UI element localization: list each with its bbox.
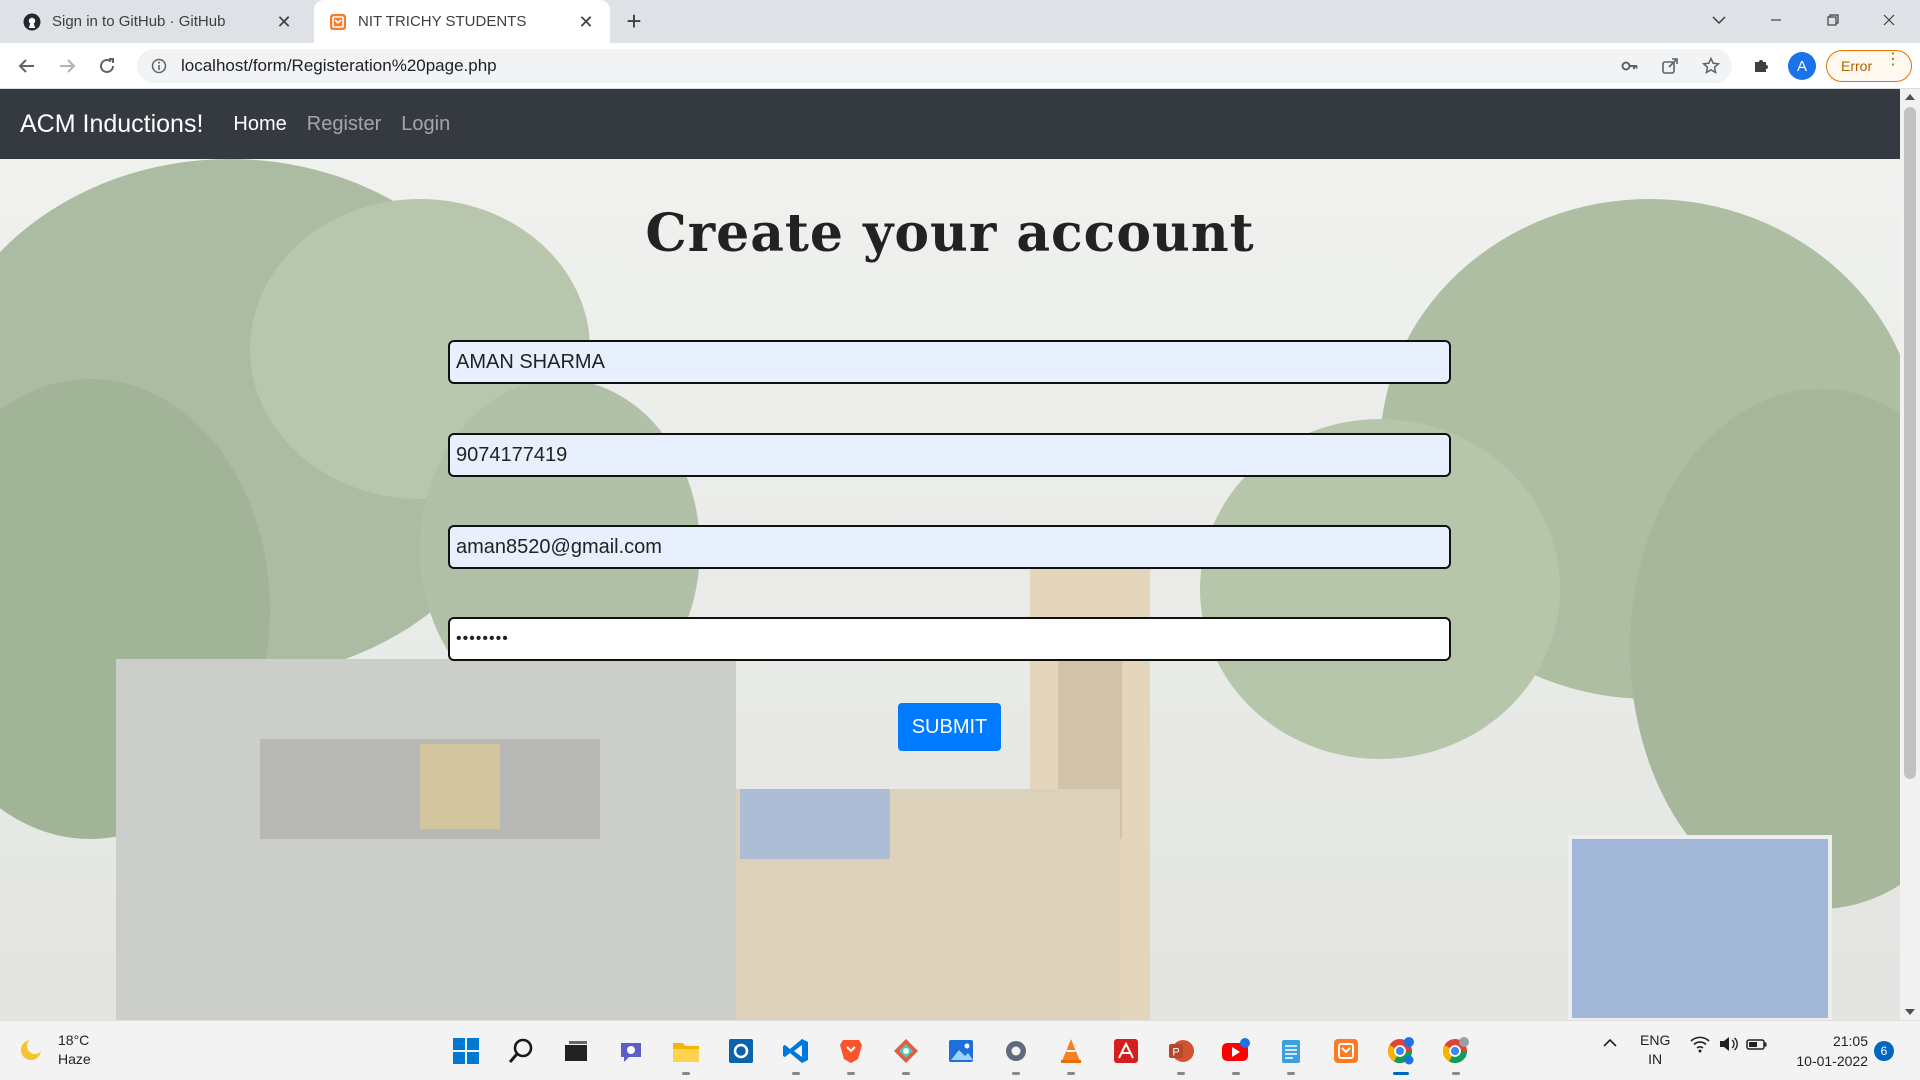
weather-widget[interactable]: 18°C Haze: [18, 1031, 91, 1069]
extensions-puzzle-icon[interactable]: [1745, 50, 1777, 82]
weather-desc: Haze: [58, 1051, 91, 1067]
submit-button[interactable]: SUBMIT: [898, 703, 1001, 751]
running-indicator: [1287, 1072, 1295, 1075]
page-title: Create your account: [645, 203, 1255, 264]
windows-start-icon[interactable]: [446, 1031, 486, 1071]
show-hidden-icons-chevron-icon[interactable]: [1602, 1035, 1618, 1054]
vlc-icon[interactable]: [1051, 1031, 1091, 1075]
photos-icon[interactable]: [941, 1031, 981, 1071]
error-label: Error: [1841, 58, 1873, 74]
powerpoint-icon[interactable]: P: [1161, 1031, 1201, 1075]
clock-date: 10-01-2022: [1796, 1053, 1868, 1069]
running-indicator: [1067, 1072, 1075, 1075]
browser-tab-github[interactable]: Sign in to GitHub · GitHub ✕: [8, 0, 308, 43]
clock-time: 21:05: [1832, 1033, 1868, 1049]
page-scrollbar[interactable]: [1900, 89, 1920, 1020]
notepad-icon[interactable]: [1271, 1031, 1311, 1075]
browser-tab-nit-trichy[interactable]: NIT TRICHY STUDENTS ✕: [314, 0, 610, 43]
page-viewport: ACM Inductions! Home Register Login Crea…: [0, 89, 1900, 1020]
outlook-icon[interactable]: [721, 1031, 761, 1071]
running-indicator: [1452, 1072, 1460, 1075]
gitkraken-icon[interactable]: [886, 1031, 926, 1075]
close-tab-icon[interactable]: ✕: [274, 12, 294, 32]
wifi-icon[interactable]: [1690, 1035, 1710, 1056]
chrome-profile-icon[interactable]: [1436, 1031, 1476, 1075]
windows-taskbar: 18°C Haze P ENG IN 21:05 10-01-2022 6: [0, 1020, 1920, 1080]
tab-search-chevron-icon[interactable]: [1692, 0, 1746, 40]
running-indicator: [682, 1072, 690, 1075]
moon-haze-icon: [21, 1038, 43, 1060]
running-indicator: [847, 1072, 855, 1075]
scrollbar-thumb[interactable]: [1904, 107, 1916, 779]
running-indicator: [902, 1072, 910, 1075]
address-bar[interactable]: localhost/form/Registeration%20page.php: [137, 49, 1732, 83]
battery-icon[interactable]: [1746, 1035, 1768, 1056]
browser-tab-strip: Sign in to GitHub · GitHub ✕ NIT TRICHY …: [0, 0, 1920, 43]
email-input[interactable]: aman8520@gmail.com: [448, 525, 1451, 569]
scroll-up-icon[interactable]: [1905, 94, 1915, 100]
registration-form: Create your account AMAN SHARMA 90741774…: [0, 89, 1900, 1020]
close-window-icon[interactable]: [1862, 0, 1916, 40]
notification-badge[interactable]: 6: [1874, 1041, 1894, 1061]
url-text: localhost/form/Registeration%20page.php: [181, 56, 497, 75]
key-icon[interactable]: [1615, 49, 1645, 83]
running-indicator: [792, 1072, 800, 1075]
language-region: IN: [1648, 1051, 1663, 1067]
volume-icon[interactable]: [1718, 1035, 1738, 1056]
site-info-icon[interactable]: [149, 56, 169, 76]
name-input[interactable]: AMAN SHARMA: [448, 340, 1451, 384]
xampp-icon[interactable]: [1326, 1031, 1366, 1071]
language-code: ENG: [1640, 1032, 1671, 1048]
search-icon[interactable]: [501, 1031, 541, 1071]
bookmark-star-icon[interactable]: [1696, 49, 1726, 83]
svg-text:P: P: [1172, 1047, 1179, 1059]
scroll-down-icon[interactable]: [1905, 1009, 1915, 1015]
vscode-icon[interactable]: [776, 1031, 816, 1075]
task-view-icon[interactable]: [556, 1031, 596, 1071]
running-indicator: [1177, 1072, 1185, 1075]
browser-error-button[interactable]: Error ⋮: [1826, 50, 1912, 82]
chrome-icon[interactable]: [1381, 1031, 1421, 1075]
menu-kebab-icon: ⋮: [1885, 51, 1901, 68]
running-indicator: [1232, 1072, 1240, 1075]
file-explorer-icon[interactable]: [666, 1031, 706, 1075]
minimize-icon[interactable]: [1749, 0, 1803, 40]
password-input[interactable]: ••••••••: [448, 617, 1451, 661]
brave-icon[interactable]: [831, 1031, 871, 1075]
settings-icon[interactable]: [996, 1031, 1036, 1075]
weather-temp: 18°C: [58, 1032, 90, 1048]
running-indicator: [1012, 1072, 1020, 1075]
system-clock[interactable]: 21:05 10-01-2022: [1790, 1031, 1868, 1071]
acrobat-icon[interactable]: [1106, 1031, 1146, 1071]
profile-avatar[interactable]: A: [1788, 52, 1816, 80]
new-tab-icon[interactable]: +: [620, 8, 648, 36]
tab-title: NIT TRICHY STUDENTS: [358, 13, 527, 30]
browser-toolbar: localhost/form/Registeration%20page.php …: [0, 43, 1920, 89]
back-icon[interactable]: [11, 50, 43, 82]
language-indicator[interactable]: ENG IN: [1640, 1031, 1670, 1069]
share-icon[interactable]: [1655, 49, 1685, 83]
forward-icon[interactable]: [51, 50, 83, 82]
active-indicator: [1393, 1072, 1409, 1075]
youtube-icon[interactable]: [1216, 1031, 1256, 1075]
teams-chat-icon[interactable]: [611, 1031, 651, 1071]
close-tab-icon[interactable]: ✕: [576, 12, 596, 32]
restore-icon[interactable]: [1806, 0, 1860, 40]
html5-icon: [328, 12, 348, 32]
github-icon: [22, 12, 42, 32]
phone-input[interactable]: 9074177419: [448, 433, 1451, 477]
reload-icon[interactable]: [91, 50, 123, 82]
tab-title: Sign in to GitHub · GitHub: [52, 13, 226, 30]
